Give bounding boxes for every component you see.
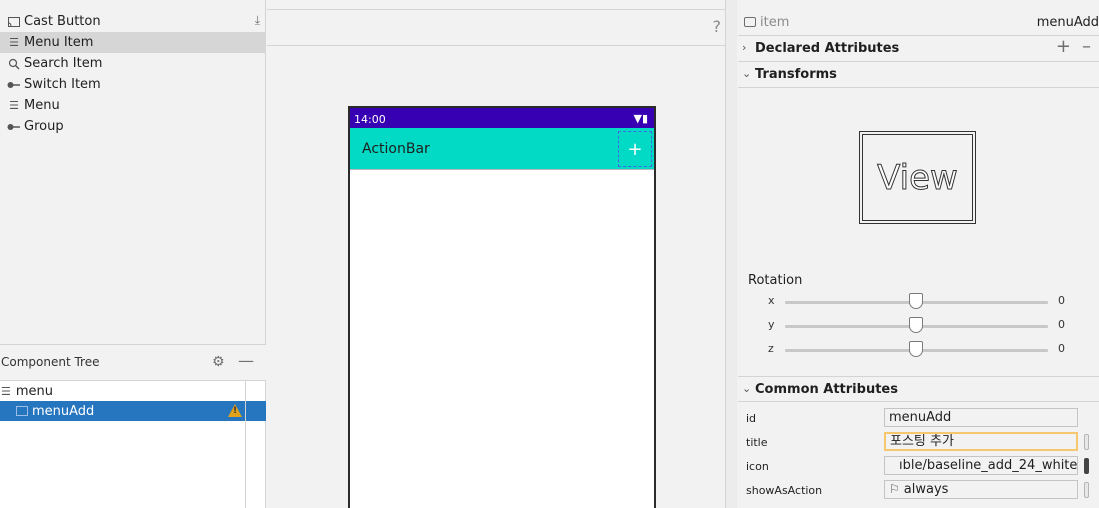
- status-bar: 14:00 ▼▮: [350, 108, 654, 128]
- canvas-top-bar: [267, 0, 725, 10]
- palette-item-label: Search Item: [24, 56, 103, 71]
- palette-item-label: Switch Item: [24, 77, 101, 92]
- title-field[interactable]: 포스팅 추가: [884, 432, 1078, 451]
- rotation-axis-label: y: [768, 318, 775, 331]
- plus-icon: +: [627, 138, 643, 160]
- rotation-z-row: z 0: [738, 338, 1099, 362]
- palette-item-cast-button[interactable]: Cast Button ⤓: [0, 11, 266, 32]
- add-icon[interactable]: +: [1056, 36, 1071, 57]
- action-bar: ActionBar +: [350, 128, 654, 170]
- rotation-x-row: x 0: [738, 290, 1099, 314]
- show-as-action-button[interactable]: [1084, 482, 1089, 498]
- attr-name: icon: [746, 460, 769, 473]
- tree-node-menuadd[interactable]: menuAdd !: [0, 401, 266, 421]
- section-transforms[interactable]: ⌄ Transforms: [738, 62, 1099, 88]
- palette-item-menu[interactable]: ☰ Menu: [0, 95, 266, 116]
- rotation-value: 0: [1058, 342, 1065, 355]
- show-as-action-field[interactable]: ⚐ always: [884, 480, 1078, 499]
- warning-icon[interactable]: !: [228, 404, 242, 417]
- chevron-down-icon: ⌄: [742, 382, 752, 395]
- tree-node-label: menu: [15, 383, 54, 399]
- icon-field[interactable]: ıble/baseline_add_24_white: [884, 456, 1078, 475]
- attr-name: title: [746, 436, 768, 449]
- attributes-id: menuAdd: [1036, 15, 1099, 30]
- phone-preview[interactable]: 14:00 ▼▮ ActionBar +: [348, 106, 656, 508]
- status-time: 14:00: [354, 113, 386, 126]
- cast-icon: [6, 14, 22, 30]
- icon-resource-button[interactable]: [1084, 458, 1089, 474]
- attributes-header: item menuAdd: [738, 10, 1099, 36]
- rotation-axis-label: x: [768, 294, 775, 307]
- rotation-value: 0: [1058, 294, 1065, 307]
- attr-name: showAsAction: [746, 484, 823, 497]
- rotation-axis-label: z: [768, 342, 774, 355]
- attr-name: id: [746, 412, 757, 425]
- view-transform-preview: View: [859, 131, 976, 224]
- search-icon: [6, 56, 22, 72]
- gear-icon[interactable]: ⚙: [212, 354, 225, 370]
- tree-node-label: menuAdd: [32, 403, 95, 419]
- menu-icon: ☰: [1, 384, 11, 398]
- attr-row-icon: icon ıble/baseline_add_24_white: [738, 455, 1099, 479]
- section-common-attributes[interactable]: ⌄ Common Attributes: [738, 376, 1099, 402]
- tree-node-menu[interactable]: ☰ menu: [0, 381, 266, 401]
- attr-row-id: id menuAdd: [738, 407, 1099, 431]
- component-tree-title: Component Tree: [1, 355, 100, 369]
- palette-item-label: Group: [24, 119, 64, 134]
- component-tree-header: Component Tree ⚙ —: [0, 345, 266, 381]
- rotation-x-slider-thumb[interactable]: [909, 293, 923, 309]
- minimize-icon[interactable]: —: [238, 351, 254, 370]
- palette-item-label: Cast Button: [24, 14, 101, 29]
- canvas-toolbar: ?: [267, 10, 725, 46]
- download-icon[interactable]: ⤓: [255, 13, 260, 28]
- panel-splitter[interactable]: [725, 0, 737, 508]
- palette-item-search-item[interactable]: Search Item: [0, 53, 266, 74]
- palette-item-label: Menu Item: [24, 35, 94, 50]
- chevron-right-icon: ›: [742, 41, 747, 54]
- item-icon: [744, 17, 756, 27]
- palette-item-switch-item[interactable]: Switch Item: [0, 74, 266, 95]
- wifi-battery-icon: ▼▮: [633, 112, 648, 125]
- palette-item-label: Menu: [24, 98, 60, 113]
- help-icon[interactable]: ?: [713, 17, 722, 36]
- menu-item-icon: [16, 406, 28, 416]
- section-title: Common Attributes: [755, 382, 898, 397]
- rotation-value: 0: [1058, 318, 1065, 331]
- attr-row-title: title 포스팅 추가: [738, 431, 1099, 455]
- action-bar-title: ActionBar: [362, 141, 430, 157]
- switch-icon: [6, 77, 22, 93]
- view-label: View: [862, 134, 973, 221]
- menu-item-icon: ☰: [9, 36, 19, 49]
- show-as-action-value: always: [903, 482, 949, 497]
- chevron-down-icon: ⌄: [742, 67, 752, 80]
- group-icon: [6, 119, 22, 135]
- tree-divider: [245, 381, 246, 508]
- rotation-y-row: y 0: [738, 314, 1099, 338]
- section-declared-attributes[interactable]: › Declared Attributes + –: [738, 36, 1099, 62]
- add-action-button[interactable]: +: [618, 131, 652, 167]
- title-resource-button[interactable]: [1084, 434, 1089, 450]
- attr-row-showasaction: showAsAction ⚐ always: [738, 479, 1099, 503]
- section-title: Transforms: [755, 67, 837, 82]
- component-tree-panel: Component Tree ⚙ — ☰ menu menuAdd !: [0, 344, 266, 508]
- menu-icon: ☰: [9, 99, 19, 112]
- rotation-z-slider-thumb[interactable]: [909, 341, 923, 357]
- palette-item-group[interactable]: Group: [0, 116, 266, 137]
- id-field[interactable]: menuAdd: [884, 408, 1078, 427]
- section-title: Declared Attributes: [755, 41, 900, 56]
- palette-panel: Cast Button ⤓ ☰ Menu Item Search Item Sw…: [0, 0, 266, 344]
- attributes-type: item: [760, 15, 790, 30]
- attributes-panel: item menuAdd › Declared Attributes + – ⌄…: [738, 0, 1099, 508]
- palette-item-menu-item[interactable]: ☰ Menu Item: [0, 32, 266, 53]
- rotation-label: Rotation: [748, 273, 803, 288]
- remove-icon[interactable]: –: [1082, 36, 1091, 57]
- flag-icon: ⚐: [889, 482, 900, 496]
- rotation-y-slider-thumb[interactable]: [909, 317, 923, 333]
